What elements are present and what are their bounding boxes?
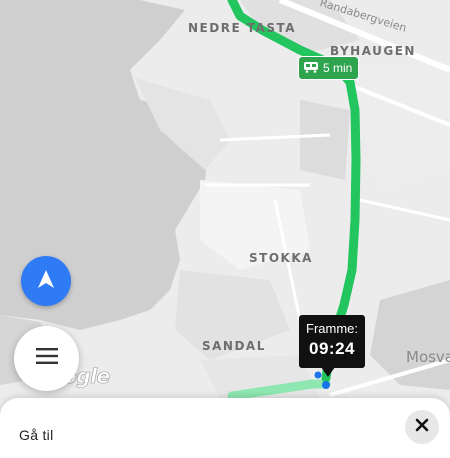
poi-label: Mosva bbox=[406, 348, 450, 366]
sheet-title: Gå til bbox=[19, 427, 54, 443]
bottom-sheet: Gå til bbox=[0, 398, 450, 458]
recenter-button[interactable] bbox=[21, 256, 71, 306]
place-label-sandal: SANDAL bbox=[202, 339, 266, 353]
place-label-nedre-tasta: NEDRE TASTA bbox=[188, 21, 297, 35]
place-label-stokka: STOKKA bbox=[249, 251, 313, 265]
place-label-byhaugen: BYHAUGEN bbox=[330, 44, 416, 58]
close-button[interactable] bbox=[405, 410, 439, 444]
arrival-time-tag: Framme: 09:24 bbox=[299, 315, 365, 377]
transit-duration-label: 5 min bbox=[323, 61, 353, 75]
arrival-label: Framme: bbox=[306, 321, 358, 336]
destination-marker bbox=[322, 381, 330, 389]
menu-button[interactable] bbox=[14, 326, 79, 391]
navigation-arrow-icon bbox=[37, 269, 55, 294]
bus-icon bbox=[303, 61, 319, 76]
close-icon bbox=[415, 418, 429, 437]
transit-duration-badge[interactable]: 5 min bbox=[299, 57, 359, 79]
arrival-time: 09:24 bbox=[309, 339, 355, 358]
hamburger-icon bbox=[35, 348, 58, 369]
